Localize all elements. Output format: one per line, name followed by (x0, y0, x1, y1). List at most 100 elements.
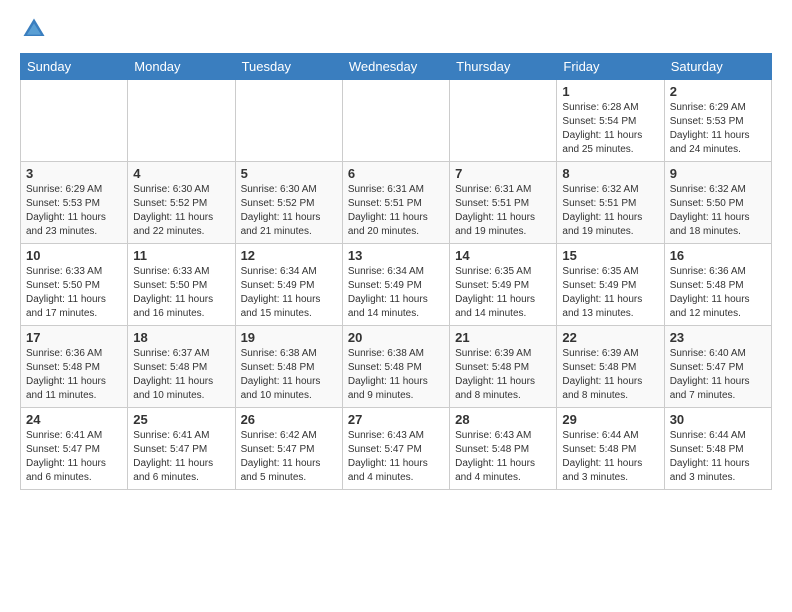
calendar-cell: 10 Sunrise: 6:33 AM Sunset: 5:50 PM Dayli… (21, 244, 128, 326)
calendar-cell: 12 Sunrise: 6:34 AM Sunset: 5:49 PM Dayli… (235, 244, 342, 326)
weekday-header-sunday: Sunday (21, 54, 128, 80)
calendar-cell: 22 Sunrise: 6:39 AM Sunset: 5:48 PM Dayli… (557, 326, 664, 408)
day-info: Sunrise: 6:33 AM Sunset: 5:50 PM Dayligh… (26, 265, 122, 321)
weekday-header-monday: Monday (128, 54, 235, 80)
day-number: 21 (455, 330, 551, 345)
day-number: 19 (241, 330, 337, 345)
calendar-cell: 2 Sunrise: 6:29 AM Sunset: 5:53 PM Daylig… (664, 80, 771, 162)
day-info: Sunrise: 6:39 AM Sunset: 5:48 PM Dayligh… (455, 347, 551, 403)
calendar-cell: 9 Sunrise: 6:32 AM Sunset: 5:50 PM Daylig… (664, 162, 771, 244)
calendar-cell: 29 Sunrise: 6:44 AM Sunset: 5:48 PM Dayli… (557, 408, 664, 490)
day-info: Sunrise: 6:36 AM Sunset: 5:48 PM Dayligh… (670, 265, 766, 321)
calendar-cell (128, 80, 235, 162)
day-number: 22 (562, 330, 658, 345)
day-number: 3 (26, 166, 122, 181)
day-info: Sunrise: 6:29 AM Sunset: 5:53 PM Dayligh… (670, 101, 766, 157)
day-info: Sunrise: 6:29 AM Sunset: 5:53 PM Dayligh… (26, 183, 122, 239)
calendar-cell: 1 Sunrise: 6:28 AM Sunset: 5:54 PM Daylig… (557, 80, 664, 162)
calendar-cell (342, 80, 449, 162)
day-info: Sunrise: 6:41 AM Sunset: 5:47 PM Dayligh… (26, 429, 122, 485)
day-info: Sunrise: 6:41 AM Sunset: 5:47 PM Dayligh… (133, 429, 229, 485)
day-number: 30 (670, 412, 766, 427)
day-number: 16 (670, 248, 766, 263)
day-number: 10 (26, 248, 122, 263)
calendar-cell: 16 Sunrise: 6:36 AM Sunset: 5:48 PM Dayli… (664, 244, 771, 326)
day-info: Sunrise: 6:30 AM Sunset: 5:52 PM Dayligh… (133, 183, 229, 239)
day-number: 7 (455, 166, 551, 181)
day-info: Sunrise: 6:28 AM Sunset: 5:54 PM Dayligh… (562, 101, 658, 157)
calendar-row-4: 24 Sunrise: 6:41 AM Sunset: 5:47 PM Dayli… (21, 408, 772, 490)
calendar-cell: 18Sunrise: 6:37 AM Sunset: 5:48 PM Dayli… (128, 326, 235, 408)
calendar-cell: 28Sunrise: 6:43 AM Sunset: 5:48 PM Dayli… (450, 408, 557, 490)
logo (20, 15, 52, 43)
calendar-cell: 11Sunrise: 6:33 AM Sunset: 5:50 PM Dayli… (128, 244, 235, 326)
calendar-cell: 24 Sunrise: 6:41 AM Sunset: 5:47 PM Dayli… (21, 408, 128, 490)
day-info: Sunrise: 6:33 AM Sunset: 5:50 PM Dayligh… (133, 265, 229, 321)
day-number: 4 (133, 166, 229, 181)
day-info: Sunrise: 6:31 AM Sunset: 5:51 PM Dayligh… (348, 183, 444, 239)
day-info: Sunrise: 6:32 AM Sunset: 5:51 PM Dayligh… (562, 183, 658, 239)
weekday-header-wednesday: Wednesday (342, 54, 449, 80)
calendar-cell (450, 80, 557, 162)
day-info: Sunrise: 6:39 AM Sunset: 5:48 PM Dayligh… (562, 347, 658, 403)
weekday-header-tuesday: Tuesday (235, 54, 342, 80)
day-info: Sunrise: 6:35 AM Sunset: 5:49 PM Dayligh… (455, 265, 551, 321)
weekday-header-thursday: Thursday (450, 54, 557, 80)
day-number: 25 (133, 412, 229, 427)
day-number: 5 (241, 166, 337, 181)
day-number: 1 (562, 84, 658, 99)
day-info: Sunrise: 6:35 AM Sunset: 5:49 PM Dayligh… (562, 265, 658, 321)
day-info: Sunrise: 6:38 AM Sunset: 5:48 PM Dayligh… (348, 347, 444, 403)
page-header (20, 15, 772, 43)
day-info: Sunrise: 6:44 AM Sunset: 5:48 PM Dayligh… (562, 429, 658, 485)
day-info: Sunrise: 6:34 AM Sunset: 5:49 PM Dayligh… (241, 265, 337, 321)
day-info: Sunrise: 6:32 AM Sunset: 5:50 PM Dayligh… (670, 183, 766, 239)
calendar-cell: 21 Sunrise: 6:39 AM Sunset: 5:48 PM Dayli… (450, 326, 557, 408)
day-number: 28 (455, 412, 551, 427)
day-info: Sunrise: 6:38 AM Sunset: 5:48 PM Dayligh… (241, 347, 337, 403)
calendar-cell (235, 80, 342, 162)
calendar-row-2: 10 Sunrise: 6:33 AM Sunset: 5:50 PM Dayli… (21, 244, 772, 326)
calendar-cell: 8 Sunrise: 6:32 AM Sunset: 5:51 PM Daylig… (557, 162, 664, 244)
day-info: Sunrise: 6:30 AM Sunset: 5:52 PM Dayligh… (241, 183, 337, 239)
calendar-cell: 19 Sunrise: 6:38 AM Sunset: 5:48 PM Dayli… (235, 326, 342, 408)
day-number: 27 (348, 412, 444, 427)
day-number: 9 (670, 166, 766, 181)
day-number: 12 (241, 248, 337, 263)
day-number: 6 (348, 166, 444, 181)
day-number: 23 (670, 330, 766, 345)
day-number: 24 (26, 412, 122, 427)
day-number: 8 (562, 166, 658, 181)
calendar-cell: 13Sunrise: 6:34 AM Sunset: 5:49 PM Dayli… (342, 244, 449, 326)
day-number: 14 (455, 248, 551, 263)
calendar-cell: 20 Sunrise: 6:38 AM Sunset: 5:48 PM Dayli… (342, 326, 449, 408)
calendar-cell: 25 Sunrise: 6:41 AM Sunset: 5:47 PM Dayli… (128, 408, 235, 490)
weekday-header-saturday: Saturday (664, 54, 771, 80)
day-number: 15 (562, 248, 658, 263)
day-number: 2 (670, 84, 766, 99)
day-number: 26 (241, 412, 337, 427)
calendar-cell: 15 Sunrise: 6:35 AM Sunset: 5:49 PM Dayli… (557, 244, 664, 326)
calendar-table: SundayMondayTuesdayWednesdayThursdayFrid… (20, 53, 772, 490)
calendar-cell: 6 Sunrise: 6:31 AM Sunset: 5:51 PM Daylig… (342, 162, 449, 244)
day-info: Sunrise: 6:37 AM Sunset: 5:48 PM Dayligh… (133, 347, 229, 403)
calendar-cell: 17 Sunrise: 6:36 AM Sunset: 5:48 PM Dayli… (21, 326, 128, 408)
calendar-cell: 5 Sunrise: 6:30 AM Sunset: 5:52 PM Daylig… (235, 162, 342, 244)
day-number: 17 (26, 330, 122, 345)
day-number: 29 (562, 412, 658, 427)
calendar-cell: 26Sunrise: 6:42 AM Sunset: 5:47 PM Dayli… (235, 408, 342, 490)
day-info: Sunrise: 6:44 AM Sunset: 5:48 PM Dayligh… (670, 429, 766, 485)
calendar-cell: 7Sunrise: 6:31 AM Sunset: 5:51 PM Daylig… (450, 162, 557, 244)
day-info: Sunrise: 6:40 AM Sunset: 5:47 PM Dayligh… (670, 347, 766, 403)
calendar-row-1: 3 Sunrise: 6:29 AM Sunset: 5:53 PM Daylig… (21, 162, 772, 244)
day-number: 20 (348, 330, 444, 345)
weekday-header-friday: Friday (557, 54, 664, 80)
day-info: Sunrise: 6:36 AM Sunset: 5:48 PM Dayligh… (26, 347, 122, 403)
calendar-cell: 23 Sunrise: 6:40 AM Sunset: 5:47 PM Dayli… (664, 326, 771, 408)
calendar-cell: 27Sunrise: 6:43 AM Sunset: 5:47 PM Dayli… (342, 408, 449, 490)
calendar-cell (21, 80, 128, 162)
calendar-row-3: 17 Sunrise: 6:36 AM Sunset: 5:48 PM Dayli… (21, 326, 772, 408)
calendar-cell: 30 Sunrise: 6:44 AM Sunset: 5:48 PM Dayli… (664, 408, 771, 490)
calendar-cell: 14 Sunrise: 6:35 AM Sunset: 5:49 PM Dayli… (450, 244, 557, 326)
logo-icon (20, 15, 48, 43)
